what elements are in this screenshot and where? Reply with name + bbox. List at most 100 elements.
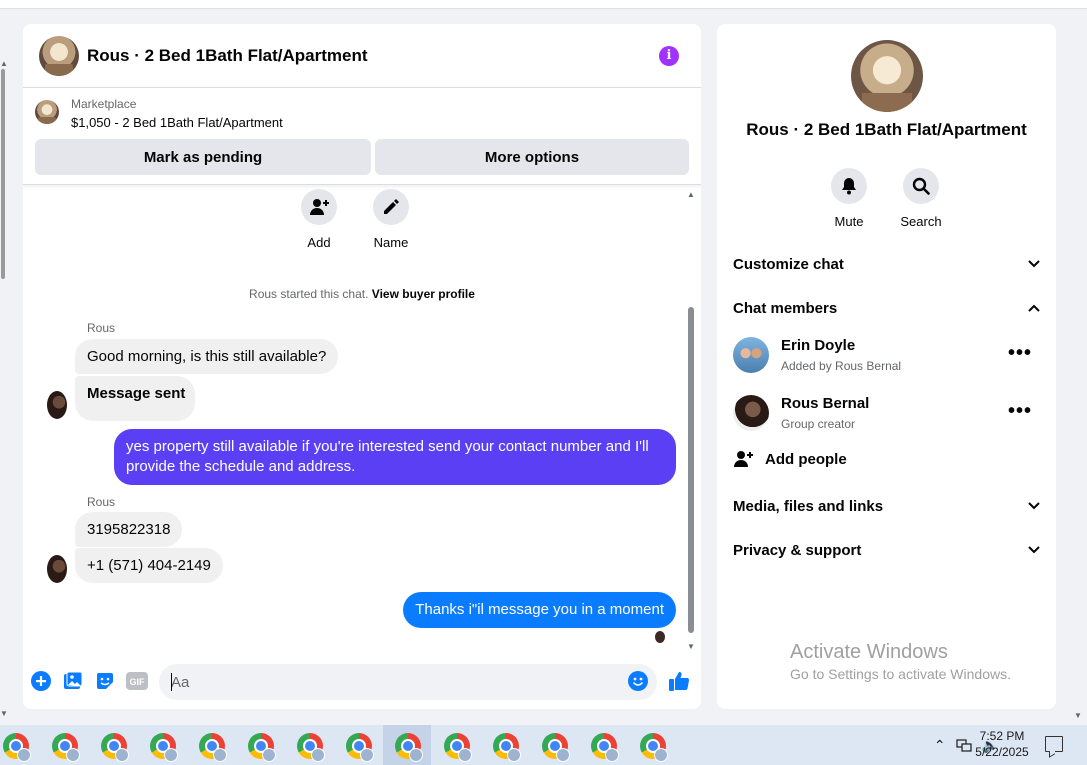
- privacy-support-section[interactable]: Privacy & support: [733, 536, 1040, 564]
- mute-button[interactable]: Mute: [813, 168, 885, 229]
- scroll-up-icon[interactable]: ▲: [687, 190, 695, 199]
- left-scrollbar-thumb[interactable]: [1, 69, 5, 279]
- chrome-icon[interactable]: [101, 733, 129, 762]
- watermark-title: Activate Windows: [790, 641, 948, 663]
- message-input[interactable]: [159, 664, 657, 700]
- member-subtitle: Added by Rous Bernal: [781, 359, 902, 373]
- quick-action-name[interactable]: Name: [361, 189, 421, 250]
- incoming-message[interactable]: Good morning, is this still available?: [75, 339, 339, 374]
- add-people-label: Add people: [765, 450, 847, 468]
- message-thread[interactable]: Add Name Rous started this chat. View bu…: [23, 185, 701, 658]
- listing-avatar[interactable]: [39, 35, 79, 76]
- chrome-icon[interactable]: [493, 733, 521, 762]
- browser-top-edge: [0, 0, 1087, 9]
- marketplace-banner: Marketplace $1,050 - 2 Bed 1Bath Flat/Ap…: [23, 88, 701, 185]
- left-scrollbar[interactable]: [0, 9, 8, 715]
- chrome-icon[interactable]: [640, 733, 668, 762]
- add-label: Add: [307, 235, 331, 250]
- listing-price[interactable]: $1,050 - 2 Bed 1Bath Flat/Apartment: [71, 115, 283, 130]
- chrome-icon[interactable]: [150, 733, 178, 762]
- sender-avatar[interactable]: [47, 555, 67, 583]
- listing-thumbnail[interactable]: [35, 100, 59, 124]
- member-avatar[interactable]: [733, 395, 769, 431]
- listing-large-avatar[interactable]: [851, 40, 923, 112]
- chat-members-label: Chat members: [733, 299, 838, 317]
- scroll-up-arrow-icon[interactable]: ▲: [0, 60, 8, 68]
- add-people-button[interactable]: Add people: [733, 450, 847, 468]
- notification-icon[interactable]: [1045, 736, 1063, 752]
- member-row[interactable]: Rous Bernal Group creator •••: [733, 389, 1040, 437]
- windows-taskbar: ⌃ 🔈 7:52 PM 5/22/2025: [0, 725, 1087, 765]
- chrome-icon[interactable]: [52, 733, 80, 762]
- more-icon[interactable]: •••: [1008, 343, 1032, 363]
- member-avatar[interactable]: [733, 337, 769, 373]
- chrome-icon[interactable]: [395, 733, 423, 762]
- chrome-icon[interactable]: [444, 733, 472, 762]
- quick-action-add[interactable]: Add: [289, 189, 349, 250]
- search-label: Search: [900, 214, 942, 229]
- customize-chat-label: Customize chat: [733, 255, 844, 273]
- member-name[interactable]: Rous Bernal: [781, 395, 869, 412]
- photo-icon[interactable]: [62, 670, 84, 692]
- member-subtitle: Group creator: [781, 417, 856, 431]
- plus-circle-icon[interactable]: [30, 670, 52, 692]
- sender-name: Rous: [87, 495, 116, 509]
- scroll-down-icon[interactable]: ▼: [687, 642, 695, 651]
- clock-date: 5/22/2025: [975, 745, 1029, 759]
- clock-time: 7:52 PM: [979, 729, 1025, 743]
- add-person-icon: [734, 451, 753, 467]
- taskbar-clock[interactable]: 7:52 PM 5/22/2025: [972, 728, 1032, 760]
- composer: GIF: [23, 658, 701, 709]
- chrome-icon[interactable]: [591, 733, 619, 762]
- chrome-icon[interactable]: [346, 733, 374, 762]
- chrome-icon[interactable]: [297, 733, 325, 762]
- thread-scrollbar[interactable]: ▲ ▼: [687, 190, 695, 651]
- chrome-icon[interactable]: [3, 733, 31, 762]
- thumbs-up-icon[interactable]: [668, 670, 690, 692]
- activate-windows-watermark: Activate Windows Go to Settings to activ…: [790, 641, 1011, 682]
- thread-scrollbar-thumb[interactable]: [688, 307, 694, 633]
- conversation-info-panel: Rous · 2 Bed 1Bath Flat/Apartment Mute S…: [717, 24, 1056, 709]
- more-options-button[interactable]: More options: [375, 139, 689, 175]
- outgoing-message[interactable]: yes property still available if you're i…: [114, 429, 676, 485]
- member-name[interactable]: Erin Doyle: [781, 337, 855, 354]
- member-row[interactable]: Erin Doyle Added by Rous Bernal •••: [733, 331, 1040, 379]
- chrome-icon[interactable]: [542, 733, 570, 762]
- info-icon[interactable]: i: [659, 46, 679, 66]
- customize-chat-section[interactable]: Customize chat: [733, 250, 1040, 278]
- chat-panel: Rous · 2 Bed 1Bath Flat/Apartment i Mark…: [23, 24, 701, 709]
- mark-as-pending-button[interactable]: Mark as pending: [35, 139, 371, 175]
- search-icon: [903, 168, 939, 204]
- watermark-subtitle: Go to Settings to activate Windows.: [790, 666, 1011, 682]
- pencil-icon: [373, 189, 409, 225]
- incoming-message[interactable]: 3195822318: [75, 512, 183, 547]
- incoming-message[interactable]: Message sent: [75, 376, 195, 421]
- emoji-icon[interactable]: [627, 670, 649, 692]
- info-panel-title[interactable]: Rous · 2 Bed 1Bath Flat/Apartment: [717, 120, 1056, 140]
- chrome-icon[interactable]: [199, 733, 227, 762]
- more-icon[interactable]: •••: [1008, 401, 1032, 421]
- gif-icon[interactable]: GIF: [126, 670, 148, 692]
- chat-title[interactable]: Rous · 2 Bed 1Bath Flat/Apartment: [87, 46, 368, 66]
- chrome-icon[interactable]: [248, 733, 276, 762]
- outgoing-message[interactable]: Thanks i"il message you in a moment: [403, 592, 676, 628]
- chevron-up-icon[interactable]: ⌃: [934, 737, 946, 754]
- media-files-links-section[interactable]: Media, files and links: [733, 492, 1040, 520]
- scroll-down-arrow-icon[interactable]: ▼: [0, 710, 8, 718]
- network-icon[interactable]: [955, 738, 972, 753]
- privacy-support-label: Privacy & support: [733, 541, 862, 559]
- marketplace-label: Marketplace: [71, 97, 137, 111]
- page-scroll-down-icon[interactable]: ▼: [1074, 712, 1082, 720]
- search-button[interactable]: Search: [885, 168, 957, 229]
- chevron-down-icon: [1028, 502, 1040, 510]
- view-buyer-profile-link[interactable]: View buyer profile: [372, 287, 475, 301]
- sender-avatar[interactable]: [47, 391, 67, 419]
- chevron-down-icon: [1028, 546, 1040, 554]
- read-receipt-avatar: [655, 631, 665, 643]
- mute-label: Mute: [834, 214, 864, 229]
- chat-members-section[interactable]: Chat members: [733, 294, 1040, 322]
- incoming-message[interactable]: +1 (571) 404-2149: [75, 548, 223, 583]
- sticker-icon[interactable]: [94, 670, 116, 692]
- svg-text:GIF: GIF: [130, 677, 146, 687]
- chevron-up-icon: [1028, 304, 1040, 312]
